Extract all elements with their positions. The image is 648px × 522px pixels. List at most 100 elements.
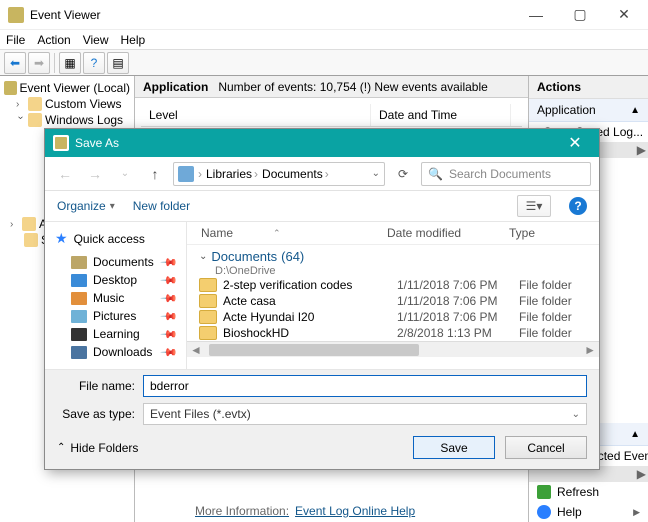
- places-sidebar: ★Quick access Documents📌 Desktop📌 Music📌…: [45, 222, 187, 369]
- nav-forward-button[interactable]: →: [83, 162, 107, 186]
- toolbar: ⬅ ➡ ▦ ? ▤: [0, 50, 648, 76]
- dialog-fields: File name: Save as type: Event Files (*.…: [45, 370, 599, 428]
- place-desktop[interactable]: Desktop📌: [49, 271, 182, 289]
- downloads-icon: [71, 346, 87, 359]
- menu-view[interactable]: View: [83, 33, 109, 47]
- file-name: BioshockHD: [223, 326, 397, 340]
- expand-icon[interactable]: ›: [16, 99, 25, 110]
- dialog-toolbar: Organize ▾ New folder ☰▾ ?: [45, 191, 599, 221]
- newfolder-button[interactable]: New folder: [133, 199, 190, 213]
- file-type: File folder: [519, 310, 599, 324]
- folder-icon: [199, 278, 217, 292]
- action-refresh[interactable]: Refresh: [529, 482, 648, 502]
- place-label: Documents: [93, 255, 154, 269]
- pin-icon: 📌: [160, 271, 179, 290]
- pin-icon: 📌: [160, 343, 179, 362]
- place-downloads[interactable]: Downloads📌: [49, 343, 182, 361]
- action-help[interactable]: Help▶: [529, 502, 648, 522]
- forward-button[interactable]: ➡: [28, 52, 50, 74]
- col-name[interactable]: Name⌃: [187, 226, 387, 240]
- tree-windows-logs[interactable]: ›Windows Logs: [2, 112, 132, 128]
- back-button[interactable]: ⬅: [4, 52, 26, 74]
- list-item[interactable]: Acte Hyundai I201/11/2018 7:06 PMFile fo…: [187, 309, 599, 325]
- menu-action[interactable]: Action: [37, 33, 70, 47]
- grid-header: Level Date and Time: [141, 104, 522, 127]
- nav-back-button[interactable]: ←: [53, 162, 77, 186]
- menu-file[interactable]: File: [6, 33, 25, 47]
- actions-section-app[interactable]: Application▲: [529, 99, 648, 122]
- folder-icon: [199, 310, 217, 324]
- place-documents[interactable]: Documents📌: [49, 253, 182, 271]
- learning-icon: [71, 328, 87, 341]
- hide-folders-button[interactable]: ⌃Hide Folders: [57, 441, 138, 455]
- documents-icon: [71, 256, 87, 269]
- desktop-icon: [71, 274, 87, 287]
- cancel-button[interactable]: Cancel: [505, 436, 587, 459]
- organize-menu[interactable]: Organize ▾: [57, 199, 115, 213]
- place-label: Pictures: [93, 309, 136, 323]
- scroll-thumb[interactable]: [209, 344, 419, 356]
- col-type[interactable]: Type: [509, 226, 579, 240]
- pane-header: Application Number of events: 10,754 (!)…: [135, 76, 528, 98]
- chevron-right-icon: ▶: [633, 507, 640, 518]
- quick-access-label: Quick access: [74, 232, 145, 246]
- collapse-icon: ▲: [630, 429, 640, 440]
- pin-icon: 📌: [160, 325, 179, 344]
- address-bar[interactable]: › Libraries › Documents › ⌄: [173, 162, 385, 186]
- app-icon: [8, 7, 24, 23]
- address-dropdown-icon[interactable]: ⌄: [372, 168, 380, 179]
- file-list-header: Name⌃ Date modified Type: [187, 222, 599, 245]
- file-type: File folder: [519, 294, 599, 308]
- col-date-modified[interactable]: Date modified: [387, 226, 509, 240]
- help-button[interactable]: ?: [569, 197, 587, 215]
- savetype-label: Save as type:: [57, 407, 135, 421]
- save-button[interactable]: Save: [413, 436, 495, 459]
- search-box[interactable]: 🔍 Search Documents: [421, 162, 591, 186]
- place-music[interactable]: Music📌: [49, 289, 182, 307]
- list-item[interactable]: BioshockHD2/8/2018 1:13 PMFile folder: [187, 325, 599, 341]
- crumb-label: Libraries: [206, 167, 252, 181]
- maximize-button[interactable]: ▢: [558, 1, 602, 29]
- filename-input[interactable]: [143, 375, 587, 397]
- tree-root[interactable]: Event Viewer (Local): [2, 80, 132, 96]
- quick-access[interactable]: ★Quick access: [49, 228, 182, 253]
- refresh-button[interactable]: ⟳: [391, 167, 415, 181]
- file-date: 1/11/2018 7:06 PM: [397, 310, 519, 324]
- collapse-icon[interactable]: ›: [15, 116, 26, 125]
- crumb-libraries[interactable]: Libraries ›: [206, 167, 258, 181]
- tool-button-1[interactable]: ▦: [59, 52, 81, 74]
- online-help-link[interactable]: More Information:Event Log Online Help: [195, 504, 415, 518]
- tool-button-2[interactable]: ?: [83, 52, 105, 74]
- view-options-button[interactable]: ☰▾: [517, 195, 551, 217]
- group-documents[interactable]: ⌄ Documents (64) D:\OneDrive: [187, 245, 599, 277]
- minimize-button[interactable]: —: [514, 1, 558, 29]
- menu-help[interactable]: Help: [121, 33, 146, 47]
- place-label: Learning: [93, 327, 140, 341]
- library-icon: [178, 166, 194, 182]
- close-button[interactable]: ✕: [602, 1, 646, 29]
- separator: [54, 53, 55, 73]
- crumb-documents[interactable]: Documents ›: [262, 167, 329, 181]
- sort-asc-icon: ⌃: [273, 228, 281, 239]
- expand-icon[interactable]: ›: [10, 219, 19, 230]
- tool-button-3[interactable]: ▤: [107, 52, 129, 74]
- crumb-sep-icon: ›: [198, 167, 202, 181]
- pane-title: Application: [143, 80, 208, 94]
- list-item[interactable]: 2-step verification codes1/11/2018 7:06 …: [187, 277, 599, 293]
- col-level[interactable]: Level: [141, 104, 371, 126]
- pin-icon: 📌: [160, 289, 179, 308]
- dialog-close-button[interactable]: ✕: [555, 133, 595, 153]
- nav-up-button[interactable]: ↑: [143, 162, 167, 186]
- col-date[interactable]: Date and Time: [371, 104, 511, 126]
- place-pictures[interactable]: Pictures📌: [49, 307, 182, 325]
- tree-custom-views[interactable]: ›Custom Views: [2, 96, 132, 112]
- folder-icon: [199, 326, 217, 340]
- place-learning[interactable]: Learning 📌: [49, 325, 182, 343]
- list-item[interactable]: Acte casa1/11/2018 7:06 PMFile folder: [187, 293, 599, 309]
- collapse-icon[interactable]: ⌄: [199, 251, 207, 262]
- horizontal-scrollbar[interactable]: ◄►: [187, 341, 599, 357]
- savetype-select[interactable]: Event Files (*.evtx)⌄: [143, 403, 587, 425]
- nav-recent-button[interactable]: ⌄: [113, 162, 137, 186]
- group-from: D:\OneDrive: [215, 265, 599, 277]
- tree-root-label: Event Viewer (Local): [20, 81, 131, 95]
